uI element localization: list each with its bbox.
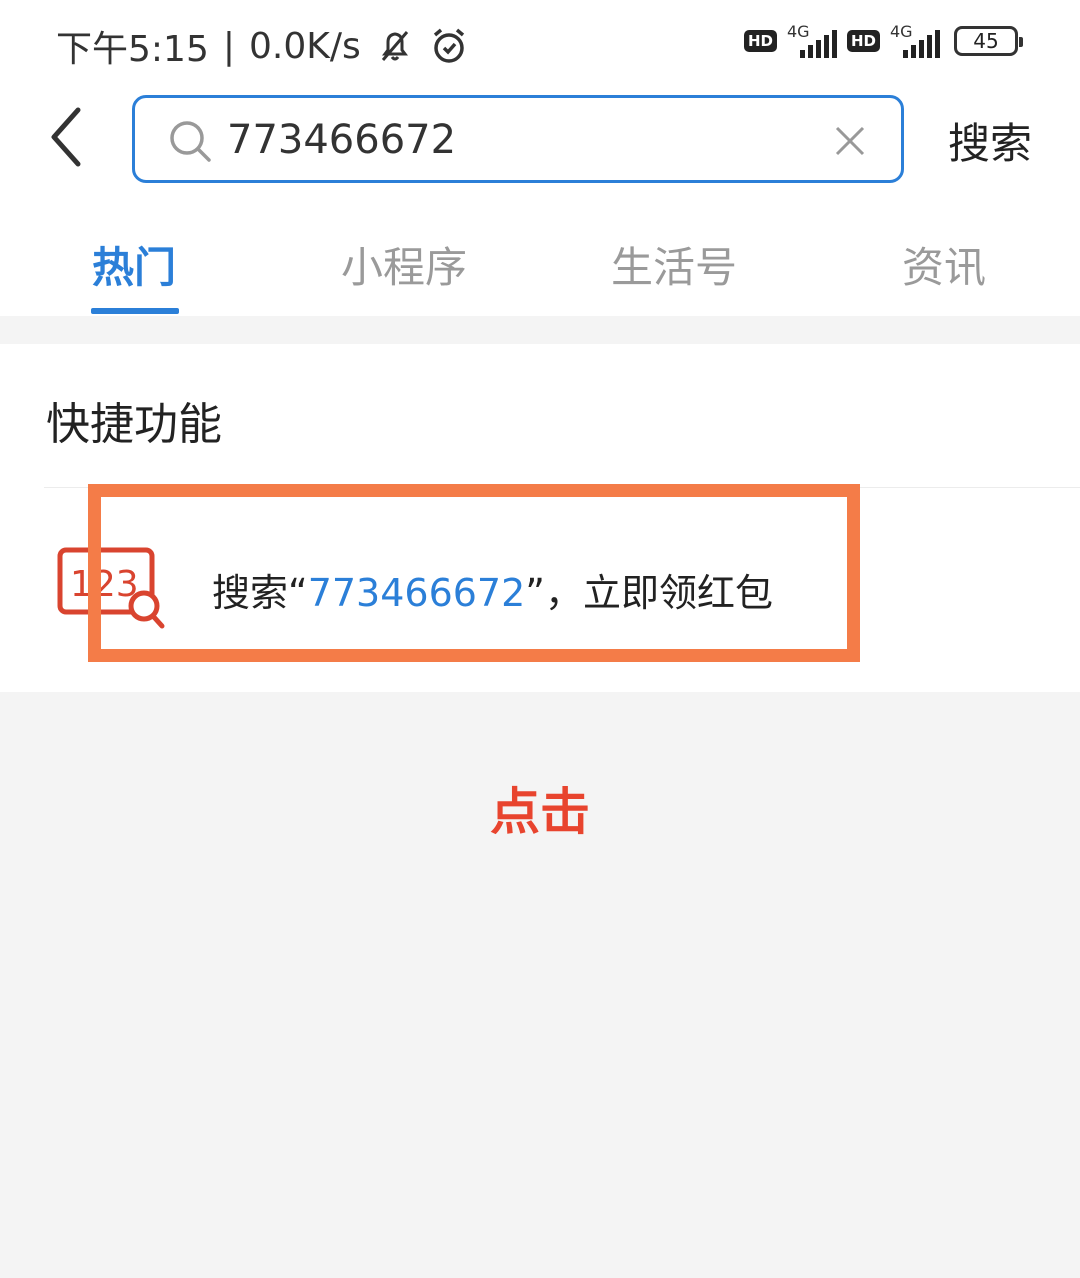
battery-level: 45 (973, 29, 999, 53)
alarm-clock-icon (433, 28, 464, 63)
mute-bell-icon (381, 31, 408, 61)
status-bar: 下午5:15 | 0.0K/s HD 4G HD 4G 45 (0, 0, 1080, 90)
search-header: 搜索 (0, 90, 1080, 200)
hd-badge: HD (743, 30, 777, 52)
quick-text-query: 773466672 (307, 571, 526, 615)
section-title: 快捷功能 (46, 399, 222, 450)
back-arrow-icon[interactable] (40, 102, 100, 172)
tab-life-accounts[interactable]: 生活号 (611, 234, 737, 295)
search-icon (170, 121, 211, 162)
status-separator: | (222, 25, 235, 67)
status-left: 下午5:15 | 0.0K/s (56, 20, 469, 72)
status-right: HD 4G HD 4G 45 (743, 22, 1023, 58)
number-icon-text: 123 (70, 564, 139, 605)
quick-search-text: 搜索“773466672”，立即领红包 (212, 562, 773, 617)
network-speed: 0.0K/s (248, 25, 361, 67)
search-input[interactable] (227, 112, 807, 168)
category-tabs: 热门 小程序 生活号 资讯 (0, 200, 1080, 316)
signal-icon-2: 4G (890, 22, 940, 58)
quick-functions-section: 快捷功能 123 搜索“773466672”，立即领红包 (0, 344, 1080, 692)
tab-mini-programs[interactable]: 小程序 (341, 234, 467, 295)
number-search-icon: 123 (57, 547, 165, 629)
clear-icon[interactable] (833, 124, 867, 158)
quick-text-suffix: ”，立即领红包 (525, 571, 773, 615)
tab-hot[interactable]: 热门 (92, 234, 176, 295)
active-tab-indicator (91, 308, 179, 314)
hd-badge-2: HD (846, 30, 880, 52)
status-time: 下午5:15 (56, 29, 209, 70)
tap-hint: 点击 (490, 783, 590, 841)
battery-icon: 45 (954, 26, 1023, 56)
tab-news[interactable]: 资讯 (902, 234, 986, 295)
quick-text-prefix: 搜索“ (212, 571, 308, 615)
quick-search-item[interactable]: 123 搜索“773466672”，立即领红包 (0, 488, 1080, 692)
signal-icon: 4G (787, 22, 837, 58)
search-button[interactable]: 搜索 (948, 110, 1032, 171)
search-box[interactable] (132, 95, 904, 183)
